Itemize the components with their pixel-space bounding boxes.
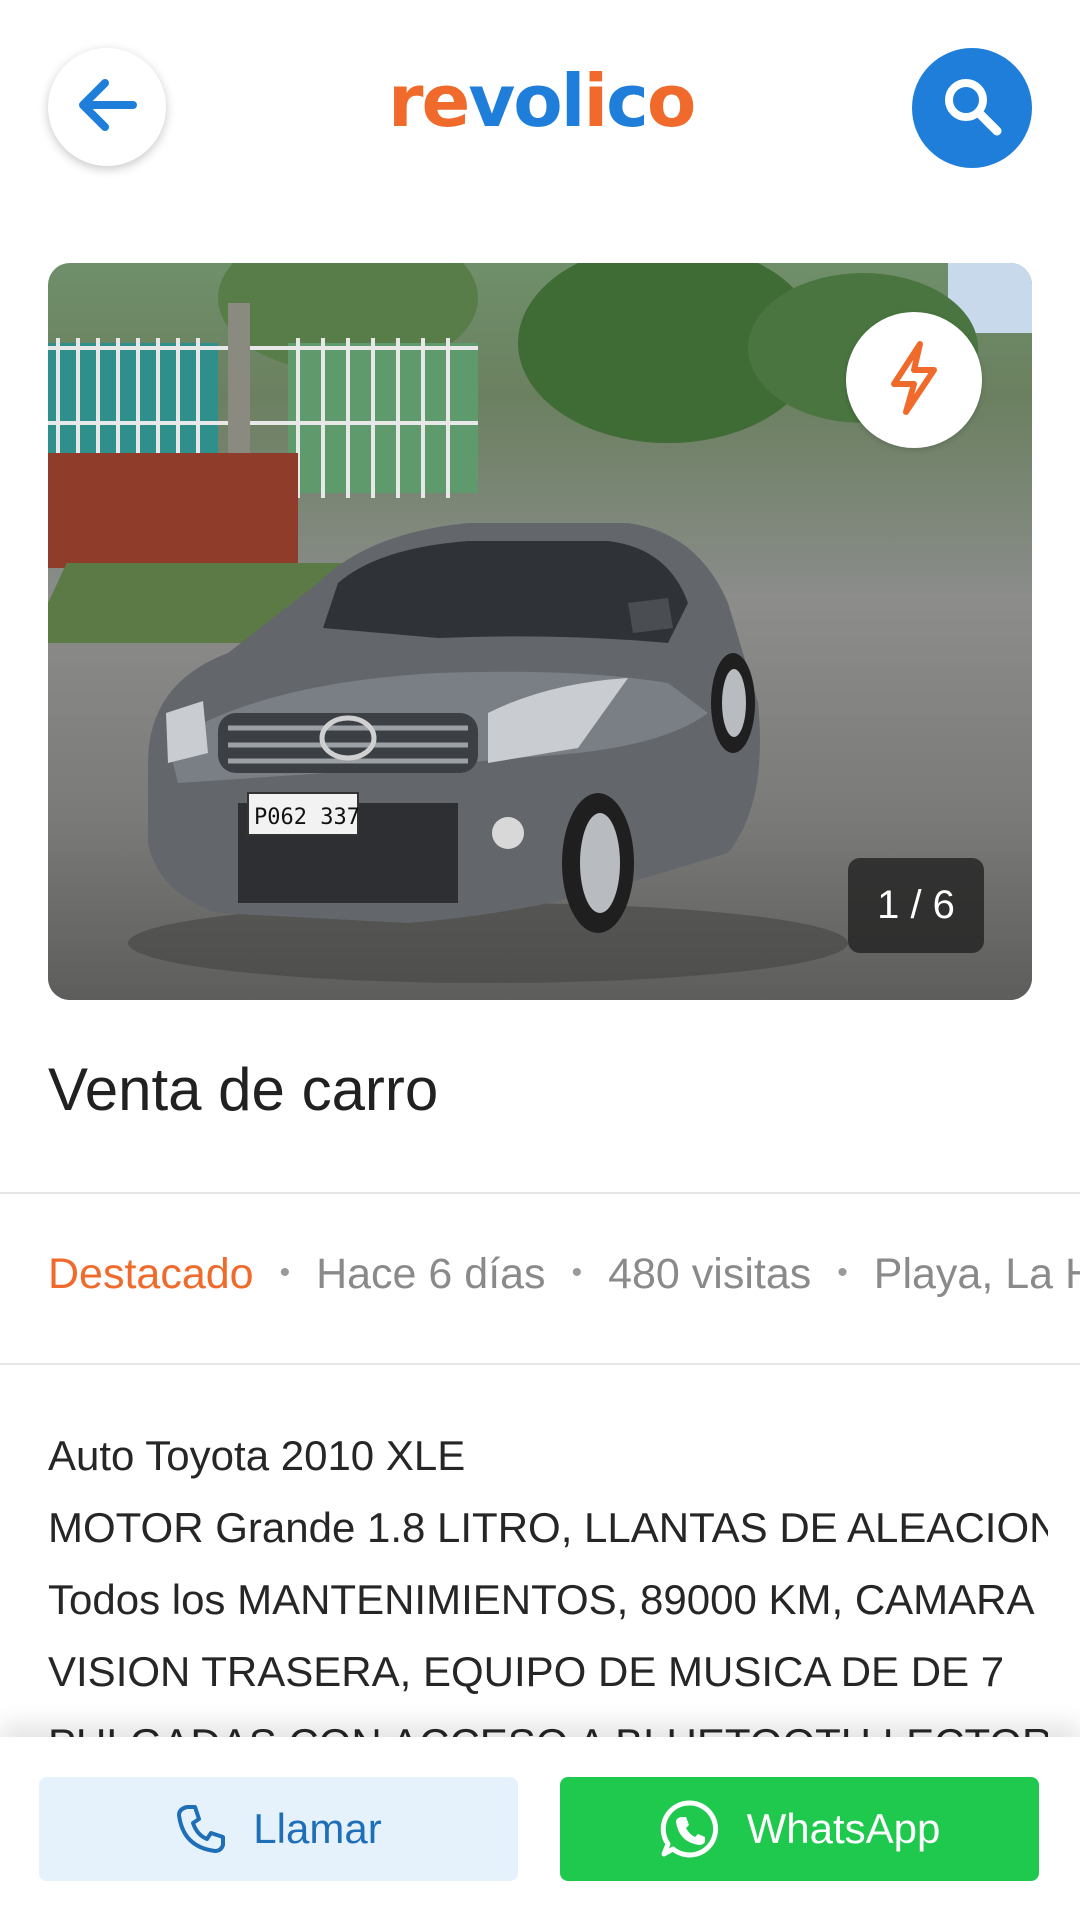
listing-title: Venta de carro [48, 1056, 439, 1123]
logo-text: revolico [388, 62, 694, 143]
listing-meta: Destacado • Hace 6 días • 480 visitas • Playa,… [48, 1250, 1080, 1299]
svg-text:P062 337: P062 337 [254, 805, 360, 830]
listing-description: Auto Toyota 2010 XLE MOTOR Grande 1.8 LI… [48, 1420, 1048, 1740]
car-photo: P062 337 [128, 523, 848, 983]
app-header: revolico [0, 0, 1080, 215]
photo-counter: 1 / 6 [848, 858, 984, 953]
description-line: Todos los MANTENIMIENTOS, 89000 KM, CAMA… [48, 1576, 1035, 1623]
featured-flash-button[interactable] [846, 312, 982, 448]
call-button[interactable]: Llamar [39, 1777, 518, 1881]
call-label: Llamar [253, 1805, 382, 1852]
description-line: PULGADAS CON ACCESO A BLUETOOTH LECTOR [48, 1708, 1048, 1740]
separator-dot: • [837, 1256, 848, 1289]
lightning-icon [886, 340, 942, 420]
view-count: 480 visitas [608, 1250, 812, 1298]
phone-icon [175, 1803, 227, 1855]
featured-badge: Destacado [48, 1250, 254, 1298]
revolico-logo: revolico [384, 59, 696, 152]
search-button[interactable] [912, 48, 1032, 168]
back-button[interactable] [48, 48, 166, 166]
posted-time: Hace 6 días [316, 1250, 546, 1298]
whatsapp-label: WhatsApp [746, 1805, 941, 1852]
license-plate: P062 337 [247, 792, 360, 836]
location: Playa, La Ha [873, 1250, 1080, 1298]
description-line: VISION TRASERA, EQUIPO DE MUSICA DE DE 7 [48, 1648, 1005, 1695]
separator-dot: • [571, 1256, 583, 1289]
contact-action-bar: Llamar WhatsApp [0, 1737, 1080, 1920]
description-line: MOTOR Grande 1.8 LITRO, LLANTAS DE ALEAC… [48, 1504, 1048, 1551]
description-line: Auto Toyota 2010 XLE [48, 1432, 466, 1479]
whatsapp-button[interactable]: WhatsApp [560, 1777, 1039, 1881]
photo-gallery[interactable]: P062 337 1 / 6 [48, 263, 1032, 1000]
divider [0, 1363, 1080, 1365]
search-icon [941, 75, 1003, 141]
whatsapp-icon [659, 1798, 721, 1860]
divider [0, 1192, 1080, 1194]
arrow-left-icon [75, 77, 139, 137]
separator-dot: • [279, 1256, 291, 1289]
